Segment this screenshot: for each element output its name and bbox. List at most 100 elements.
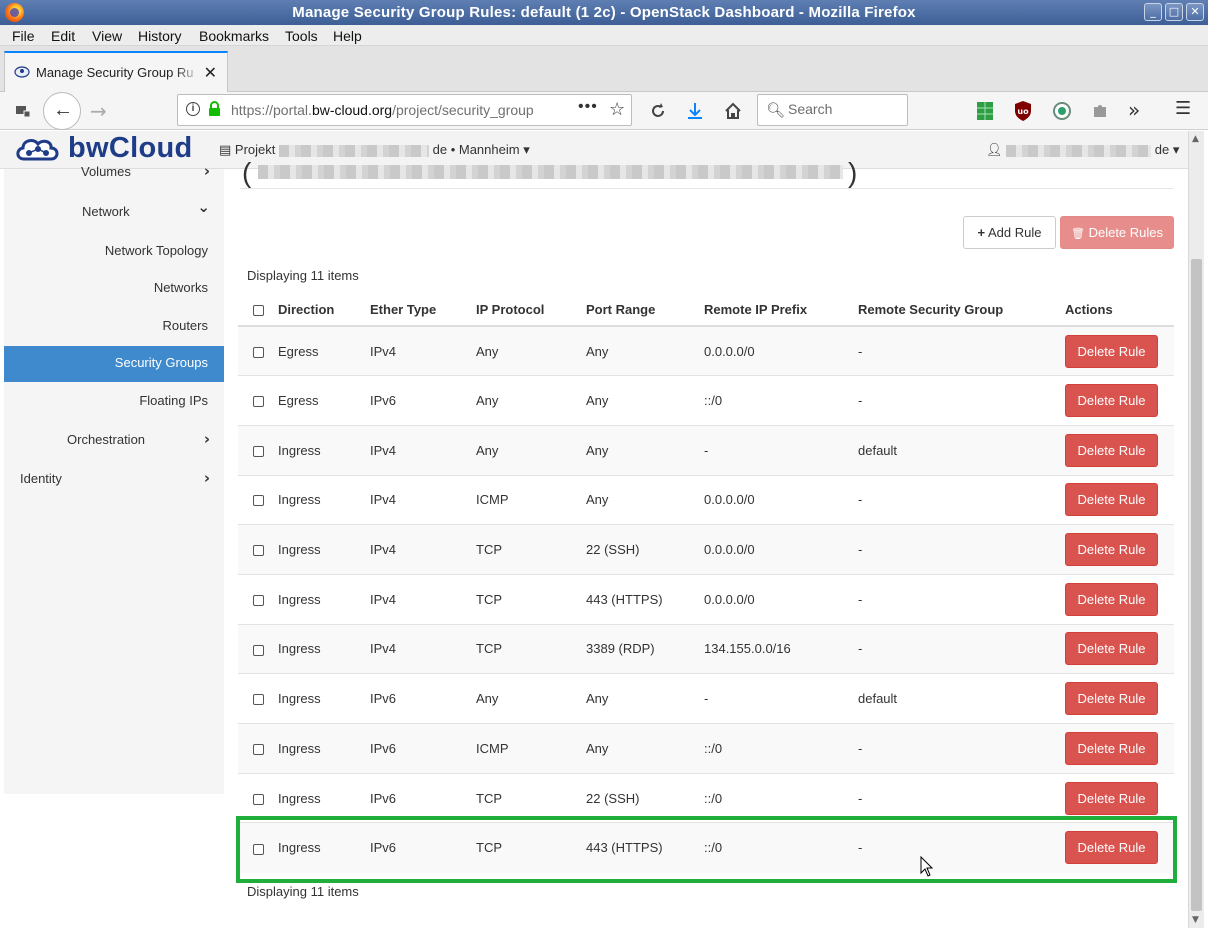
col-ip-protocol[interactable]: IP Protocol — [476, 294, 586, 327]
delete-rule-button[interactable]: Delete Rule — [1065, 582, 1158, 616]
col-remote-security-group[interactable]: Remote Security Group — [858, 294, 1065, 327]
select-all-checkbox[interactable] — [253, 305, 264, 317]
row-checkbox[interactable] — [253, 346, 264, 358]
col-remote-ip-prefix[interactable]: Remote IP Prefix — [704, 294, 858, 327]
minimize-button[interactable]: _ — [1144, 3, 1162, 21]
user-menu[interactable]: 👤︎ de ▾ — [986, 142, 1179, 158]
project-prefix: Projekt — [234, 142, 276, 157]
ether-type-cell: IPv6 — [370, 822, 476, 873]
col-actions: Actions — [1065, 294, 1174, 327]
sidebar-item-security-groups[interactable]: Security Groups — [4, 346, 224, 382]
menu-tools[interactable]: Tools — [285, 28, 318, 44]
delete-rule-button[interactable]: Delete Rule — [1065, 433, 1158, 467]
delete-rule-button[interactable]: Delete Rule — [1065, 334, 1158, 368]
forward-icon[interactable]: → — [90, 99, 107, 123]
ip-protocol-cell: ICMP — [476, 723, 586, 774]
url-text: https://portal.bw-cloud.org/project/secu… — [231, 102, 534, 118]
delete-rule-button[interactable]: Delete Rule — [1065, 384, 1158, 418]
search-bar[interactable]: 🔍︎ — [757, 94, 908, 126]
ublock-icon[interactable]: uo — [1014, 100, 1032, 122]
vertical-scrollbar[interactable]: ▲ ▼ — [1188, 131, 1204, 928]
row-checkbox[interactable] — [253, 594, 264, 606]
remote-ip-prefix-cell: 0.0.0.0/0 — [704, 573, 858, 625]
sidebar-item-identity[interactable]: Identity › — [4, 462, 224, 498]
sidebar-item-volumes[interactable]: Volumes › — [4, 155, 224, 191]
project-suffix: de • Mannheim — [432, 142, 520, 157]
menu-bookmarks[interactable]: Bookmarks — [199, 28, 269, 44]
url-bar[interactable]: i https://portal.bw-cloud.org/project/se… — [177, 94, 632, 126]
ether-type-cell: IPv4 — [370, 474, 476, 525]
page-info-icon[interactable]: i — [186, 102, 200, 116]
sidebar-toggle-icon[interactable] — [14, 102, 32, 120]
sidebar-item-routers[interactable]: Routers — [4, 309, 224, 345]
delete-rule-button[interactable]: Delete Rule — [1065, 632, 1158, 666]
project-selector[interactable]: ▤ Projekt de • Mannheim ▾ — [219, 142, 530, 158]
direction-cell: Ingress — [278, 524, 370, 575]
delete-rule-button[interactable]: Delete Rule — [1065, 533, 1158, 567]
bookmark-star-icon[interactable]: ☆ — [609, 99, 625, 120]
sidebar-item-floating-ips[interactable]: Floating IPs — [4, 384, 224, 420]
sidebar-item-network-topology[interactable]: Network Topology — [4, 234, 224, 270]
sidebar-item-networks[interactable]: Networks — [4, 271, 224, 307]
lock-icon — [209, 101, 220, 116]
col-ether-type[interactable]: Ether Type — [370, 294, 476, 327]
delete-rule-button[interactable]: Delete Rule — [1065, 781, 1158, 815]
menu-file[interactable]: File — [12, 28, 35, 44]
sidebar-item-orchestration[interactable]: Orchestration › — [4, 423, 224, 459]
delete-rule-button[interactable]: Delete Rule — [1065, 483, 1158, 517]
ip-protocol-cell: ICMP — [476, 474, 586, 525]
remote-ip-prefix-cell: - — [704, 673, 858, 724]
direction-cell: Egress — [278, 325, 370, 376]
scroll-thumb[interactable] — [1191, 259, 1202, 911]
back-button[interactable]: ← — [43, 92, 81, 130]
menu-edit[interactable]: Edit — [51, 28, 75, 44]
close-window-button[interactable]: ✕ — [1186, 3, 1204, 21]
delete-rule-button[interactable]: Delete Rule — [1065, 682, 1158, 716]
row-checkbox[interactable] — [253, 495, 264, 507]
redacted-title — [258, 165, 843, 179]
page-actions-icon[interactable]: ••• — [578, 98, 598, 116]
delete-rule-button[interactable]: Delete Rule — [1065, 731, 1158, 765]
scroll-down-icon[interactable]: ▼ — [1192, 915, 1199, 925]
maximize-button[interactable]: □ — [1165, 3, 1183, 21]
row-checkbox[interactable] — [253, 743, 264, 755]
row-checkbox[interactable] — [253, 445, 264, 457]
extension-circle-icon[interactable] — [1052, 101, 1072, 121]
row-checkbox[interactable] — [253, 843, 264, 855]
window-title: Manage Security Group Rules: default (1 … — [292, 4, 916, 21]
remote-ip-prefix-cell: ::/0 — [704, 822, 858, 873]
row-checkbox[interactable] — [253, 396, 264, 408]
delete-rule-button[interactable]: Delete Rule — [1065, 831, 1158, 865]
bwcloud-favicon-icon — [14, 66, 30, 78]
menu-view[interactable]: View — [92, 28, 122, 44]
table-row: Egress IPv6 Any Any::/0- Delete Rule — [238, 375, 1174, 426]
row-checkbox[interactable] — [253, 545, 264, 557]
menu-help[interactable]: Help — [333, 28, 362, 44]
add-rule-button[interactable]: + Add Rule — [963, 216, 1056, 249]
remote-security-group-cell: - — [858, 772, 1065, 823]
tab-close-icon[interactable]: ✕ — [204, 63, 217, 82]
menu-history[interactable]: History — [138, 28, 182, 44]
scroll-up-icon[interactable]: ▲ — [1192, 134, 1199, 144]
row-checkbox[interactable] — [253, 694, 264, 706]
sidebar: Volumes › Network ⌄ Network Topology Net… — [4, 162, 224, 794]
search-input[interactable] — [788, 101, 898, 117]
col-port-range[interactable]: Port Range — [586, 294, 704, 327]
user-suffix: de — [1154, 142, 1170, 157]
tab-security-group-rules[interactable]: Manage Security Group Ru ✕ — [4, 51, 228, 92]
reload-icon[interactable] — [648, 101, 668, 121]
sidebar-item-network[interactable]: Network ⌄ — [4, 195, 224, 231]
col-direction[interactable]: Direction — [278, 294, 370, 327]
direction-cell: Ingress — [278, 623, 370, 674]
hamburger-menu-icon[interactable]: ☰ — [1175, 98, 1191, 119]
spreadsheet-extension-icon[interactable] — [976, 101, 994, 121]
chevron-right-icon: › — [203, 162, 210, 180]
overflow-icon[interactable]: » — [1128, 98, 1140, 122]
row-checkbox[interactable] — [253, 793, 264, 805]
extension-puzzle-icon[interactable] — [1090, 101, 1110, 121]
delete-rules-button[interactable]: 🗑︎ Delete Rules — [1060, 216, 1174, 249]
remote-ip-prefix-cell: 0.0.0.0/0 — [704, 325, 858, 376]
downloads-icon[interactable] — [686, 101, 704, 121]
row-checkbox[interactable] — [253, 644, 264, 656]
home-icon[interactable] — [723, 101, 743, 121]
